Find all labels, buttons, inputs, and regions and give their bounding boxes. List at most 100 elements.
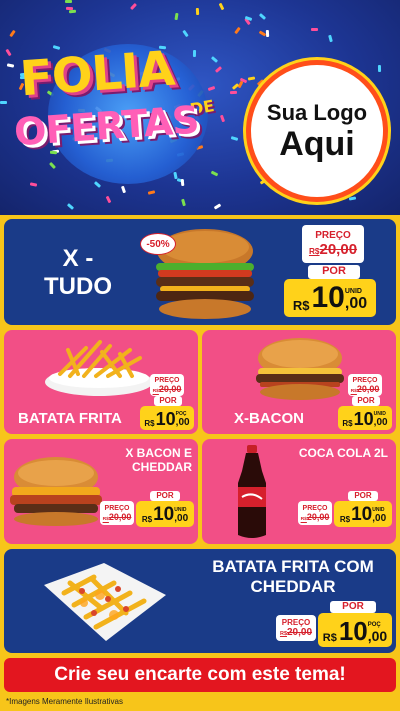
logo-text-line2: Aqui	[279, 125, 355, 163]
logo-placeholder[interactable]: Sua Logo Aqui	[246, 60, 388, 202]
confetti-piece	[213, 203, 222, 210]
fries-image	[45, 340, 153, 396]
product-card-x-tudo[interactable]: X - TUDO -50% PREÇO R$20,00 POR R$ 10 UN…	[4, 219, 396, 325]
folia-ofertas-logo: FOLIA DE OFERTAS	[13, 38, 234, 188]
old-price-box: PREÇO R$20,00	[100, 501, 134, 525]
product-name: X-BACON	[234, 410, 304, 427]
confetti-piece	[64, 0, 73, 4]
price-unit: UNID	[344, 288, 362, 295]
product-name: X BACON E CHEDDAR	[125, 446, 192, 474]
price-decimal: ,00	[175, 417, 190, 428]
old-price-label: PREÇO	[281, 618, 311, 627]
cheddar-burger-image	[10, 457, 102, 526]
old-price-label: PREÇO	[302, 504, 328, 512]
old-price-amount: 20,00	[287, 627, 313, 638]
confetti-piece	[66, 203, 75, 210]
bacon-burger-image	[256, 338, 344, 400]
price-integer: 10	[353, 409, 374, 429]
price-decimal: ,00	[373, 417, 388, 428]
product-card-x-bacon-cheddar[interactable]: X BACON E CHEDDAR PREÇO R$20,00 POR R$ 1…	[4, 439, 198, 544]
por-label: POR	[154, 396, 182, 406]
price-decimal: ,00	[372, 513, 387, 524]
price-integer: 10	[155, 409, 176, 429]
confetti-piece	[5, 48, 12, 57]
product-name: COCA COLA 2L	[298, 446, 388, 460]
logo-text-line1: Sua Logo	[266, 100, 368, 125]
confetti-piece	[247, 76, 256, 81]
old-price-box: PREÇO R$20,00	[150, 374, 184, 396]
price-currency: R$	[322, 632, 337, 644]
old-price-amount: 20,00	[108, 511, 132, 522]
confetti-piece	[265, 29, 270, 38]
cheddar-fries-image	[44, 563, 166, 641]
old-price-amount: 20,00	[306, 511, 330, 522]
product-name: BATATA FRITA COM CHEDDAR	[212, 557, 374, 596]
confetti-piece	[218, 2, 225, 11]
confetti-piece	[182, 29, 189, 38]
old-price-label: PREÇO	[104, 504, 130, 512]
confetti-piece	[181, 198, 186, 207]
old-price-value: R$20,00	[351, 384, 380, 394]
price-currency: R$	[342, 419, 353, 428]
por-label: POR	[150, 491, 180, 501]
product-card-batata-frita[interactable]: BATATA FRITA PREÇO R$20,00 POR R$ 10 POÇ…	[4, 330, 198, 434]
product-name: BATATA FRITA	[18, 410, 122, 427]
price-integer: 10	[153, 504, 175, 525]
new-price-box: R$ 10 POÇ ,00	[318, 613, 392, 647]
header-banner: FOLIA DE OFERTAS Sua Logo Aqui	[0, 0, 400, 215]
old-price-value: R$20,00	[103, 512, 132, 522]
disclaimer-note: *Imagens Meramente Ilustrativas	[6, 697, 123, 706]
old-price-currency: R$	[308, 247, 320, 256]
new-price-box: R$ 10 UNID ,00	[338, 406, 392, 430]
new-price-box: R$ 10 UNID ,00	[334, 501, 392, 527]
new-price-box: R$ 10 UNID ,00	[136, 501, 194, 527]
new-price-box: R$ 10 UNID ,00	[284, 279, 376, 317]
old-price-box: PREÇO R$20,00	[276, 615, 316, 641]
product-name: X - TUDO	[44, 245, 112, 300]
old-price-amount: 20,00	[319, 241, 358, 258]
old-price-value: R$20,00	[153, 384, 182, 394]
price-currency: R$	[141, 515, 153, 524]
old-price-label: PREÇO	[315, 230, 351, 241]
price-decimal: ,00	[344, 295, 368, 312]
confetti-piece	[377, 64, 382, 73]
product-card-batata-cheddar[interactable]: BATATA FRITA COM CHEDDAR PREÇO R$20,00 P…	[4, 549, 396, 653]
soda-bottle-image	[238, 445, 266, 538]
confetti-piece	[130, 2, 137, 11]
confetti-piece	[195, 7, 200, 16]
price-decimal: ,00	[174, 513, 189, 524]
price-currency: R$	[144, 419, 155, 428]
headline-folia: FOLIA	[18, 40, 176, 108]
product-card-x-bacon[interactable]: X-BACON PREÇO R$20,00 POR R$ 10 UNID ,00	[202, 330, 396, 434]
confetti-piece	[258, 13, 267, 20]
price-decimal: ,00	[367, 628, 388, 644]
old-price-value: R$20,00	[309, 241, 357, 258]
old-price-amount: 20,00	[356, 383, 380, 394]
confetti-piece	[0, 101, 7, 104]
confetti-piece	[105, 195, 112, 204]
por-label: POR	[348, 491, 378, 501]
confetti-piece	[147, 190, 156, 195]
old-price-label: PREÇO	[352, 376, 378, 384]
por-label: POR	[330, 601, 376, 613]
confetti-piece	[68, 9, 77, 14]
old-price-box: PREÇO R$20,00	[302, 225, 364, 263]
old-price-amount: 20,00	[158, 383, 182, 394]
old-price-value: R$20,00	[301, 512, 330, 522]
new-price-box: R$ 10 POÇ ,00	[140, 406, 194, 430]
old-price-label: PREÇO	[154, 376, 180, 384]
price-integer: 10	[338, 616, 368, 646]
confetti-piece	[234, 26, 241, 35]
old-price-currency: R$	[279, 631, 287, 637]
old-price-value: R$20,00	[280, 627, 312, 638]
confetti-piece	[328, 34, 333, 43]
old-price-box: PREÇO R$20,00	[298, 501, 332, 525]
price-integer: 10	[351, 504, 373, 525]
discount-badge: -50%	[140, 233, 176, 255]
cta-banner[interactable]: Crie seu encarte com este tema!	[4, 658, 396, 692]
confetti-piece	[311, 28, 318, 31]
product-card-coca-cola[interactable]: COCA COLA 2L PREÇO R$20,00 POR R$ 10 UNI…	[202, 439, 396, 544]
confetti-piece	[348, 196, 357, 201]
confetti-piece	[174, 12, 179, 21]
old-price-box: PREÇO R$20,00	[348, 374, 382, 396]
